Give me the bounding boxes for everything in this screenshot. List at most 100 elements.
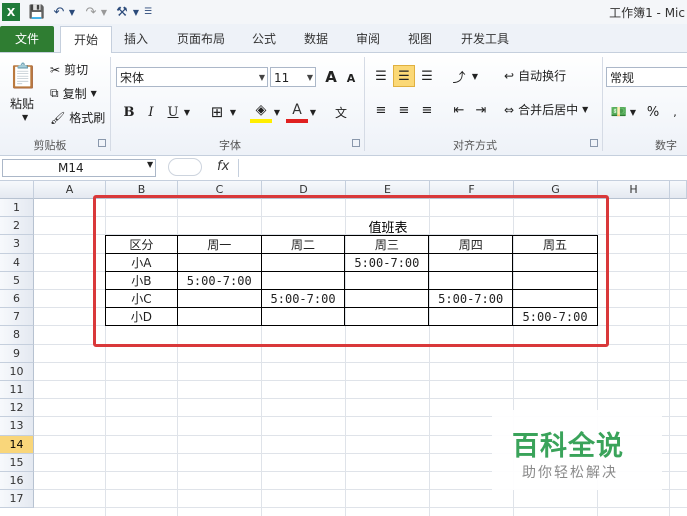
row-header-14[interactable]: 14 [0,435,34,454]
wrap-text-icon: ↩ [504,68,515,83]
tab-formulas[interactable]: 公式 [244,28,284,50]
copy-button[interactable]: ⧉ 复制 ▼ [50,85,97,102]
tab-file[interactable]: 文件 [0,26,54,52]
tab-data[interactable]: 数据 [296,28,336,50]
group-divider [364,57,365,151]
alignment-launcher-icon[interactable] [590,139,598,147]
row-header-6[interactable]: 6 [0,290,34,309]
comma-style-icon[interactable]: , [664,101,686,123]
merge-center-button[interactable]: ⇔ 合并后居中 ▼ [504,101,588,118]
row-header-9[interactable]: 9 [0,344,34,363]
name-box[interactable]: M14 [2,159,156,177]
excel-logo-icon: X [2,3,20,21]
tab-review[interactable]: 审阅 [348,28,388,50]
watermark-subtitle: 助你轻松解决 [522,465,618,481]
shrink-font-button[interactable]: A [340,67,362,89]
row-header-10[interactable]: 10 [0,362,34,381]
grid-row-line [34,380,687,381]
row-header-2[interactable]: 2 [0,217,34,236]
wrap-text-button[interactable]: ↩ 自动换行 [504,67,566,84]
tab-developer[interactable]: 开发工具 [452,28,518,50]
tools-icon[interactable]: ⚒ [112,3,132,21]
row-header-12[interactable]: 12 [0,399,34,418]
chevron-down-icon: ▼ [306,73,313,82]
row-header-16[interactable]: 16 [0,472,34,491]
underline-dropdown-icon[interactable]: ▼ [182,101,192,123]
font-launcher-icon[interactable] [352,139,360,147]
tools-dropdown-icon[interactable]: ▼ [132,3,140,21]
undo-dropdown-icon[interactable]: ▼ [68,3,76,21]
clipboard-launcher-icon[interactable] [98,139,106,147]
increase-indent-icon[interactable]: ⇥ [470,99,492,121]
row-header-17[interactable]: 17 [0,490,34,509]
formula-input[interactable] [238,159,687,177]
align-right-icon[interactable]: ≡ [416,99,438,121]
tab-view[interactable]: 视图 [400,28,440,50]
row-header-8[interactable]: 8 [0,326,34,345]
bold-button[interactable]: B [118,101,140,123]
grid-row-line [34,507,687,509]
brush-icon: 🖌 [50,110,66,125]
ribbon: 📋 粘贴 ▼ ✂ 剪切 ⧉ 复制 ▼ 🖌 格式刷 剪贴板 宋体 ▼ 11 ▼ A A B I… [0,53,687,156]
cut-label: 剪切 [64,63,89,77]
name-box-dropdown-icon[interactable]: ▼ [147,160,153,169]
align-left-icon[interactable]: ≡ [370,99,392,121]
font-color-icon[interactable]: A [286,101,308,123]
tab-insert[interactable]: 插入 [114,28,158,50]
undo-icon[interactable]: ↶ [50,3,68,21]
scissors-icon: ✂ [50,62,61,77]
row-header-1[interactable]: 1 [0,199,34,218]
wrap-text-label: 自动换行 [518,69,567,83]
group-divider [110,57,111,151]
font-group-label: 字体 [219,139,241,152]
tab-page-layout[interactable]: 页面布局 [166,28,236,50]
watermark-title: 百科全说 [512,431,624,462]
row-header-11[interactable]: 11 [0,381,34,400]
font-size-select[interactable]: 11 ▼ [270,67,316,87]
insert-function-button[interactable]: fx [217,159,229,174]
paste-button[interactable]: 粘贴 [10,95,34,112]
borders-icon[interactable]: ⊞ [206,101,228,123]
fill-color-icon[interactable]: ◈ [250,101,272,123]
font-name-select[interactable]: 宋体 ▼ [116,67,268,87]
tab-home[interactable]: 开始 [60,26,112,53]
orientation-icon[interactable]: ⤴ [448,65,470,87]
phonetic-icon[interactable]: 文 [330,101,352,123]
row-header-5[interactable]: 5 [0,271,34,290]
select-all-corner[interactable] [0,181,34,199]
customize-qat-icon[interactable]: ☰ [142,3,154,21]
row-header-15[interactable]: 15 [0,453,34,472]
format-painter-button[interactable]: 🖌 格式刷 [50,109,105,126]
copy-dropdown-icon: ▼ [90,89,97,98]
align-bottom-icon[interactable]: ☰ [416,65,438,87]
paste-icon[interactable]: 📋 [8,59,38,93]
currency-icon[interactable]: 💵 [608,101,630,123]
row-header-7[interactable]: 7 [0,308,34,327]
align-middle-icon[interactable]: ☰ [393,65,415,87]
grow-font-button[interactable]: A [320,66,342,88]
paste-dropdown-icon[interactable]: ▼ [22,113,28,122]
row-header-4[interactable]: 4 [0,253,34,272]
currency-dropdown-icon[interactable]: ▼ [628,101,638,123]
row-header-13[interactable]: 13 [0,417,34,436]
merge-icon: ⇔ [504,102,515,117]
italic-button[interactable]: I [140,101,162,123]
decrease-indent-icon[interactable]: ⇤ [448,99,470,121]
clipboard-group-label: 剪贴板 [33,139,67,152]
font-color-dropdown-icon[interactable]: ▼ [308,101,318,123]
fill-color-dropdown-icon[interactable]: ▼ [272,101,282,123]
borders-dropdown-icon[interactable]: ▼ [228,101,238,123]
grid-row-line [34,361,687,363]
align-center-icon[interactable]: ≡ [393,99,415,121]
underline-button[interactable]: U [162,101,184,123]
orientation-dropdown-icon[interactable]: ▼ [470,65,480,87]
number-format-select[interactable]: 常规 [606,67,687,87]
save-icon[interactable]: 💾 [28,3,46,21]
row-header-3[interactable]: 3 [0,235,34,254]
percent-button[interactable]: % [642,101,664,123]
formula-buttons-handle[interactable] [168,158,202,176]
align-top-icon[interactable]: ☰ [370,65,392,87]
redo-dropdown-icon[interactable]: ▼ [100,3,108,21]
redo-icon[interactable]: ↷ [82,3,100,21]
cut-button[interactable]: ✂ 剪切 [50,61,88,78]
